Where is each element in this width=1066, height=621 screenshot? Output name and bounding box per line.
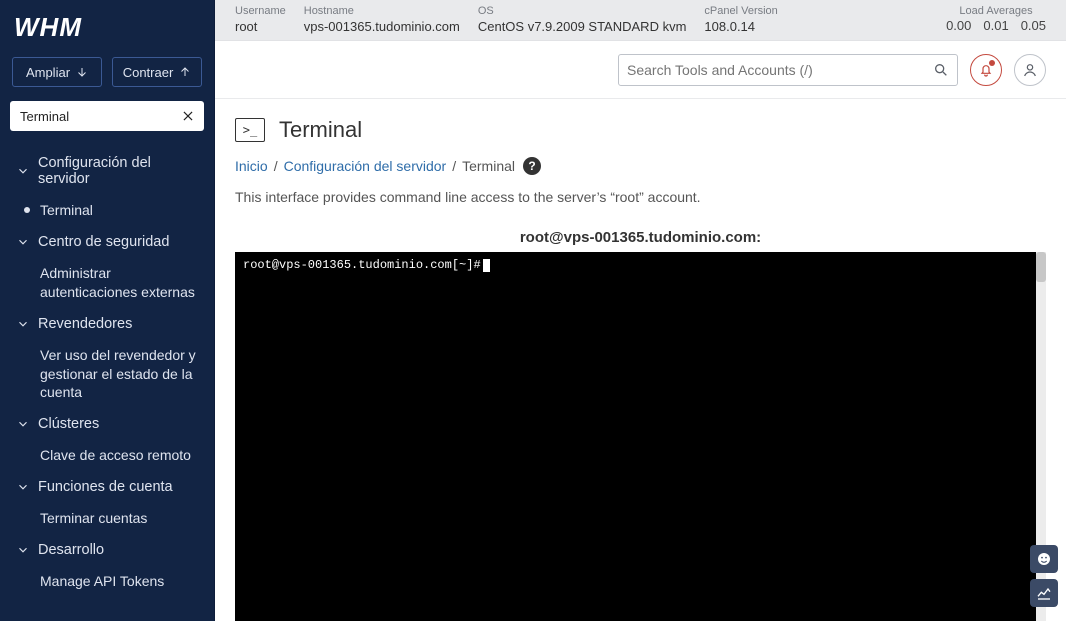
header-toolbar xyxy=(215,41,1066,99)
stats-button[interactable] xyxy=(1030,579,1058,607)
page-title: Terminal xyxy=(279,117,362,143)
chevron-down-icon xyxy=(16,543,30,557)
global-search-input[interactable] xyxy=(627,62,933,78)
terminal-prompt: root@vps-001365.tudominio.com[~]# xyxy=(243,258,481,272)
chat-help-button[interactable] xyxy=(1030,545,1058,573)
chevron-down-icon xyxy=(16,164,30,178)
status-version: cPanel Version 108.0.14 xyxy=(704,4,777,36)
smile-icon xyxy=(1036,551,1052,567)
clear-search-button[interactable] xyxy=(178,106,198,126)
status-load: Load Averages 0.00 0.01 0.05 xyxy=(946,4,1046,33)
crumb-server[interactable]: Configuración del servidor xyxy=(284,158,447,174)
terminal[interactable]: root@vps-001365.tudominio.com[~]# xyxy=(235,252,1046,621)
arrow-down-icon xyxy=(76,66,88,78)
status-username: Username root xyxy=(235,4,286,36)
crumb-leaf: Terminal xyxy=(462,158,515,174)
global-search[interactable] xyxy=(618,54,958,86)
sidebar-group-account-funcs[interactable]: Funciones de cuenta xyxy=(0,471,214,503)
status-os: OS CentOS v7.9.2009 STANDARD kvm xyxy=(478,4,687,36)
chevron-down-icon xyxy=(16,235,30,249)
sidebar-group-label: Desarrollo xyxy=(38,542,104,558)
notifications-button[interactable] xyxy=(970,54,1002,86)
user-icon xyxy=(1022,62,1038,78)
terminal-page-icon: >_ xyxy=(235,118,265,142)
sidebar-item-terminate-accounts[interactable]: Terminar cuentas xyxy=(0,503,214,534)
crumb-home[interactable]: Inicio xyxy=(235,158,268,174)
breadcrumb: Inicio/ Configuración del servidor/ Term… xyxy=(235,157,1046,175)
sidebar-item-label: Clave de acceso remoto xyxy=(40,446,202,465)
sidebar-search[interactable] xyxy=(10,101,204,131)
sidebar-group-development[interactable]: Desarrollo xyxy=(0,534,214,566)
bullet-icon xyxy=(22,576,32,586)
sidebar-item-label: Terminar cuentas xyxy=(40,509,202,528)
bullet-icon xyxy=(22,450,32,460)
collapse-all-label: Contraer xyxy=(123,65,174,80)
load-5m: 0.01 xyxy=(983,18,1008,33)
bullet-icon xyxy=(22,513,32,523)
main-panel: Username root Hostname vps-001365.tudomi… xyxy=(215,0,1066,621)
notification-dot-icon xyxy=(989,60,995,66)
sidebar-group-clusters[interactable]: Clústeres xyxy=(0,408,214,440)
active-bullet-icon xyxy=(22,205,32,215)
sidebar-item-terminal[interactable]: Terminal xyxy=(0,195,214,226)
sidebar-group-security[interactable]: Centro de seguridad xyxy=(0,226,214,258)
status-hostname: Hostname vps-001365.tudominio.com xyxy=(304,4,460,36)
load-1m: 0.00 xyxy=(946,18,971,33)
bullet-icon xyxy=(22,350,32,360)
chevron-down-icon xyxy=(16,317,30,331)
sidebar-item-external-auth[interactable]: Administrar autenticaciones externas xyxy=(0,258,214,308)
sidebar-item-label: Administrar autenticaciones externas xyxy=(40,264,202,302)
sidebar-group-label: Configuración del servidor xyxy=(38,155,202,187)
sidebar-nav: Configuración del servidor Terminal Cent… xyxy=(0,143,214,621)
search-icon xyxy=(933,62,949,78)
sidebar-item-remote-key[interactable]: Clave de acceso remoto xyxy=(0,440,214,471)
chevron-down-icon xyxy=(16,480,30,494)
bullet-icon xyxy=(22,268,32,278)
help-button[interactable]: ? xyxy=(523,157,541,175)
sidebar: WHM Ampliar Contraer C xyxy=(0,0,215,621)
sidebar-item-label: Ver uso del revendedor y gestionar el es… xyxy=(40,346,202,403)
chart-icon xyxy=(1036,585,1052,601)
close-icon xyxy=(181,109,195,123)
page-description: This interface provides command line acc… xyxy=(235,189,1046,205)
expand-all-label: Ampliar xyxy=(26,65,70,80)
status-bar: Username root Hostname vps-001365.tudomi… xyxy=(215,0,1066,41)
sidebar-group-label: Revendedores xyxy=(38,316,132,332)
terminal-container: root@vps-001365.tudominio.com[~]# xyxy=(235,252,1046,621)
terminal-cursor-icon xyxy=(483,259,490,272)
sidebar-item-label: Manage API Tokens xyxy=(40,572,202,591)
expand-all-button[interactable]: Ampliar xyxy=(12,57,102,87)
sidebar-search-input[interactable] xyxy=(10,109,204,124)
sidebar-item-api-tokens[interactable]: Manage API Tokens xyxy=(0,566,214,597)
sidebar-item-label: Terminal xyxy=(40,201,202,220)
sidebar-item-reseller-usage[interactable]: Ver uso del revendedor y gestionar el es… xyxy=(0,340,214,409)
load-15m: 0.05 xyxy=(1021,18,1046,33)
user-menu-button[interactable] xyxy=(1014,54,1046,86)
sidebar-group-label: Clústeres xyxy=(38,416,99,432)
sidebar-group-label: Funciones de cuenta xyxy=(38,479,173,495)
terminal-title: root@vps-001365.tudominio.com: xyxy=(235,229,1046,246)
chevron-down-icon xyxy=(16,417,30,431)
collapse-all-button[interactable]: Contraer xyxy=(112,57,202,87)
sidebar-group-label: Centro de seguridad xyxy=(38,234,169,250)
sidebar-group-resellers[interactable]: Revendedores xyxy=(0,308,214,340)
product-logo: WHM xyxy=(14,12,200,43)
logo-row: WHM xyxy=(0,0,214,57)
arrow-up-icon xyxy=(179,66,191,78)
page-header: >_ Terminal xyxy=(235,117,1046,143)
sidebar-group-server-config[interactable]: Configuración del servidor xyxy=(0,147,214,195)
